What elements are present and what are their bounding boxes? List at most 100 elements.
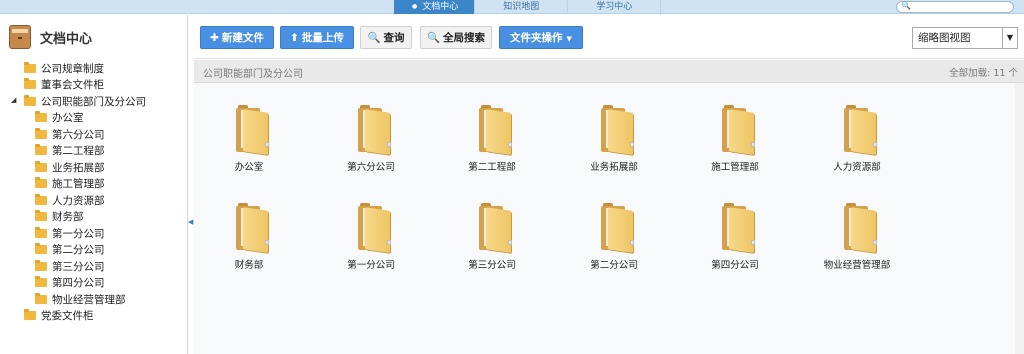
folder-name: 人力资源部 xyxy=(833,162,881,173)
batch-upload-button[interactable]: ⬆ 批量上传 xyxy=(280,26,354,49)
folder-name: 物业经营管理部 xyxy=(823,260,891,271)
sidebar-header: 文档中心 xyxy=(9,24,92,50)
folder-tile[interactable]: 第三分公司 xyxy=(437,193,547,283)
folder-icon xyxy=(35,243,47,255)
folder-icon xyxy=(35,111,47,123)
folder-tile[interactable]: 人力资源部 xyxy=(802,95,912,185)
global-search-button[interactable]: 🔍 全局搜索 xyxy=(420,26,492,49)
folder-icon xyxy=(35,292,47,304)
folder-icon xyxy=(35,276,47,288)
top-search-input[interactable]: 🔍 xyxy=(896,1,1014,13)
folder-name: 第一分公司 xyxy=(347,260,395,271)
plus-icon: ✚ xyxy=(210,32,219,44)
chevron-down-icon: ▼ xyxy=(1002,28,1017,48)
folder-tile[interactable]: 财务部 xyxy=(194,193,304,283)
folder-icon xyxy=(35,193,47,205)
path-bar: 公司职能部门及分公司 全部加载: 11 个 xyxy=(194,60,1024,83)
topnav-doc-center[interactable]: 文档中心 xyxy=(394,0,476,14)
folder-icon xyxy=(601,105,634,155)
folder-icon xyxy=(722,203,755,253)
folder-icon xyxy=(479,203,512,253)
sidebar-title: 文档中心 xyxy=(40,31,93,47)
folder-icon xyxy=(601,203,634,253)
search-icon: 🔍 xyxy=(367,32,381,44)
new-document-button[interactable]: ✚ 新建文件 xyxy=(200,26,274,49)
folder-icon xyxy=(35,226,47,238)
tree-item[interactable]: 人力资源部 xyxy=(0,192,188,209)
folder-icon xyxy=(24,94,36,106)
tree-item[interactable]: 第一分公司 xyxy=(0,225,188,242)
folder-tile[interactable]: 施工管理部 xyxy=(680,95,790,185)
folder-icon xyxy=(35,144,47,156)
folder-icon xyxy=(358,105,391,155)
toolbar: ✚ 新建文件 ⬆ 批量上传 🔍 查询 🔍 全局搜索 文件夹操作 ▼ 缩略图视图 ▼ xyxy=(194,15,1024,59)
tree-item[interactable]: 施工管理部 xyxy=(0,176,188,193)
topnav-knowledge-map[interactable]: 知识地图 xyxy=(475,0,569,14)
folder-name: 业务拓展部 xyxy=(590,162,638,173)
search-icon: 🔍 xyxy=(901,1,911,10)
upload-arrow-icon: ⬆ xyxy=(290,32,299,44)
folder-icon xyxy=(35,160,47,172)
folder-icon xyxy=(24,78,36,90)
folder-tile[interactable]: 第四分公司 xyxy=(680,193,790,283)
tree-item[interactable]: 第二工程部 xyxy=(0,143,188,160)
folder-grid: 办公室 第六分公司 第二工程部 业务拓展部 施工管理部 人力资源部财务部 第一分公司 第三分公… xyxy=(194,83,1024,354)
tree-item[interactable]: 办公室 xyxy=(0,110,188,127)
folder-icon xyxy=(844,105,877,155)
scrollbar[interactable] xyxy=(1015,83,1024,354)
folder-icon xyxy=(35,259,47,271)
main-panel: ✚ 新建文件 ⬆ 批量上传 🔍 查询 🔍 全局搜索 文件夹操作 ▼ 缩略图视图 ▼ 公司职能… xyxy=(194,15,1024,354)
breadcrumb: 公司职能部门及分公司 xyxy=(203,69,303,80)
view-mode-select[interactable]: 缩略图视图 ▼ xyxy=(912,27,1018,49)
file-cabinet-icon xyxy=(9,25,31,49)
tree-item[interactable]: 公司规章制度 xyxy=(0,60,188,77)
folder-name: 第二分公司 xyxy=(590,260,638,271)
folder-name: 第六分公司 xyxy=(347,162,395,173)
tree-item[interactable]: 党委文件柜 xyxy=(0,308,188,325)
folder-icon xyxy=(35,210,47,222)
tree-item[interactable]: 物业经营管理部 xyxy=(0,291,188,308)
folder-name: 第三分公司 xyxy=(468,260,516,271)
query-button[interactable]: 🔍 查询 xyxy=(360,26,412,49)
tree-item[interactable]: 财务部 xyxy=(0,209,188,226)
folder-icon xyxy=(236,105,269,155)
folder-tile[interactable]: 业务拓展部 xyxy=(559,95,669,185)
folder-tile[interactable]: 第二工程部 xyxy=(437,95,547,185)
folder-icon xyxy=(722,105,755,155)
tree-item[interactable]: 第六分公司 xyxy=(0,126,188,143)
sidebar: 文档中心 公司规章制度 董事会文件柜 ◢ 公司职能部门及分公司 办公室 第六分公司… xyxy=(0,15,188,354)
folder-icon xyxy=(35,177,47,189)
folder-name: 第四分公司 xyxy=(711,260,759,271)
tree-item[interactable]: 业务拓展部 xyxy=(0,159,188,176)
folder-tile[interactable]: 办公室 xyxy=(194,95,304,185)
folder-tile[interactable]: 第一分公司 xyxy=(316,193,426,283)
folder-icon xyxy=(24,309,36,321)
caret-down-icon: ▼ xyxy=(566,35,572,43)
tree-item[interactable]: 第二分公司 xyxy=(0,242,188,259)
tree-item[interactable]: 董事会文件柜 xyxy=(0,77,188,94)
expand-toggle-icon[interactable]: ◢ xyxy=(11,96,16,104)
folder-operations-button[interactable]: 文件夹操作 ▼ xyxy=(499,26,583,49)
tree-item[interactable]: ◢ 公司职能部门及分公司 xyxy=(0,93,188,110)
tree-item[interactable]: 第三分公司 xyxy=(0,258,188,275)
folder-icon xyxy=(24,61,36,73)
folder-icon xyxy=(236,203,269,253)
folder-tile[interactable]: 第六分公司 xyxy=(316,95,426,185)
folder-name: 施工管理部 xyxy=(711,162,759,173)
load-status: 全部加载: 11 个 xyxy=(949,68,1018,79)
folder-icon xyxy=(358,203,391,253)
topnav-learning-center[interactable]: 学习中心 xyxy=(568,0,662,14)
folder-icon xyxy=(479,105,512,155)
folder-icon xyxy=(844,203,877,253)
folder-tree: 公司规章制度 董事会文件柜 ◢ 公司职能部门及分公司 办公室 第六分公司 第二工程… xyxy=(0,60,188,324)
top-nav: 文档中心 知识地图 学习中心 xyxy=(394,0,662,14)
search-icon: 🔍 xyxy=(426,32,441,44)
folder-icon xyxy=(35,127,47,139)
folder-name: 办公室 xyxy=(234,162,264,173)
folder-name: 财务部 xyxy=(234,260,264,271)
folder-tile[interactable]: 第二分公司 xyxy=(559,193,669,283)
folder-name: 第二工程部 xyxy=(468,162,516,173)
tree-item[interactable]: 第四分公司 xyxy=(0,275,188,292)
folder-tile[interactable]: 物业经营管理部 xyxy=(802,193,912,283)
top-bar: 文档中心 知识地图 学习中心 🔍 xyxy=(0,0,1024,14)
